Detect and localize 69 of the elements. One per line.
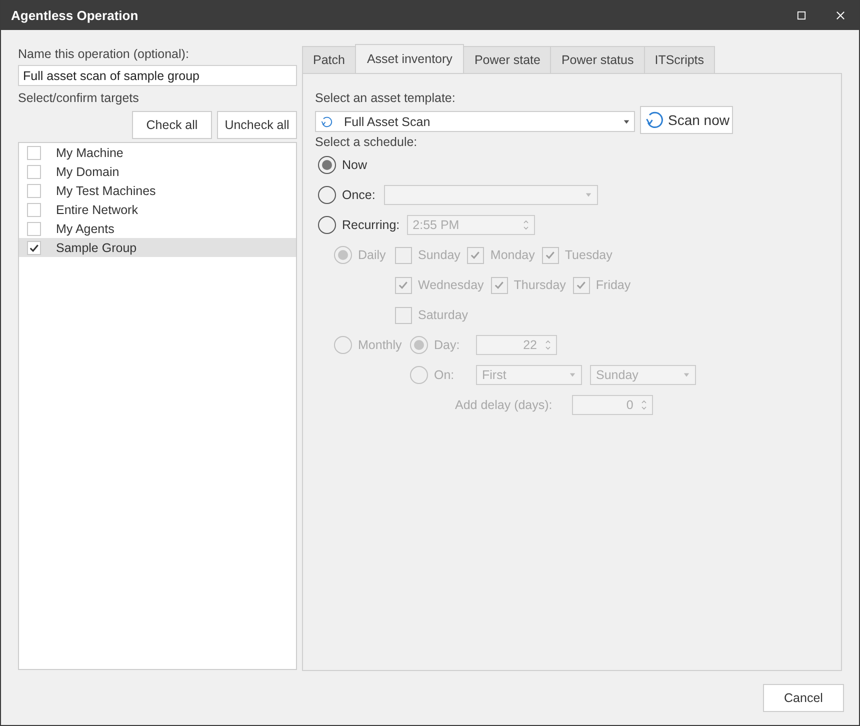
- caret-icon: [569, 373, 576, 377]
- day-label: Tuesday: [564, 248, 612, 262]
- checkbox[interactable]: [27, 222, 41, 236]
- checkbox[interactable]: [27, 202, 41, 216]
- once-dropdown[interactable]: [384, 185, 598, 205]
- tab[interactable]: ITScripts: [644, 46, 716, 73]
- caret-icon: [623, 120, 630, 124]
- caret-icon: [683, 373, 690, 377]
- tab[interactable]: Power state: [463, 46, 552, 73]
- target-label: Entire Network: [56, 202, 138, 216]
- name-label: Name this operation (optional):: [18, 46, 190, 62]
- delay-label: Add delay (days):: [455, 398, 552, 412]
- target-item[interactable]: Sample Group: [19, 238, 296, 257]
- target-label: My Agents: [56, 222, 114, 236]
- option-label: Now: [342, 158, 368, 172]
- day-label: Monday: [490, 248, 535, 262]
- day-label: Thursday: [514, 278, 566, 292]
- close-icon[interactable]: [836, 10, 845, 20]
- check-all-button[interactable]: Check all: [132, 111, 212, 139]
- name-field[interactable]: Full asset scan of sample group: [18, 65, 297, 86]
- check-icon: [28, 242, 40, 254]
- template-dropdown[interactable]: Full Asset Scan: [315, 111, 635, 132]
- target-label: My Test Machines: [56, 184, 156, 198]
- target-item[interactable]: My Agents: [19, 219, 296, 238]
- maximize-icon[interactable]: [797, 10, 806, 20]
- day-label: Friday: [596, 278, 631, 292]
- day-label: Sunday: [418, 248, 460, 262]
- radio-button[interactable]: [318, 156, 336, 174]
- targets-label: Select/confirm targets: [18, 90, 140, 106]
- target-item[interactable]: Entire Network: [19, 200, 296, 219]
- target-label: My Domain: [56, 164, 120, 178]
- template-label: Select an asset template:: [315, 90, 456, 106]
- checkbox[interactable]: [27, 240, 41, 254]
- caret-icon: [585, 193, 592, 197]
- option-label: Once:: [342, 188, 376, 202]
- spin-arrows-icon: [641, 399, 648, 411]
- spin-arrows-icon: [522, 219, 529, 231]
- uncheck-all-button[interactable]: Uncheck all: [217, 111, 297, 139]
- on-option-label: On:: [434, 368, 456, 382]
- check-icon: [469, 248, 482, 260]
- target-label: Sample Group: [56, 240, 137, 254]
- day-label: Wednesday: [418, 278, 484, 292]
- monthly-label: Monthly: [358, 338, 402, 352]
- target-item[interactable]: My Machine: [19, 143, 296, 162]
- checkbox[interactable]: [27, 146, 41, 160]
- check-icon: [397, 278, 409, 290]
- tab[interactable]: Patch: [302, 46, 356, 73]
- daily-label: Daily: [358, 248, 386, 262]
- cancel-button[interactable]: Cancel: [763, 684, 844, 712]
- checkbox[interactable]: [27, 164, 41, 178]
- tab[interactable]: Power status: [550, 46, 645, 73]
- target-label: My Machine: [56, 146, 124, 160]
- check-icon: [544, 248, 556, 260]
- window-title: Agentless Operation: [11, 8, 138, 22]
- check-icon: [574, 278, 587, 290]
- checkbox[interactable]: [27, 184, 41, 198]
- target-item[interactable]: My Domain: [19, 162, 296, 181]
- refresh-icon: [320, 114, 334, 128]
- schedule-label: Select a schedule:: [315, 134, 418, 150]
- refresh-icon: [644, 109, 666, 131]
- day-option-label: Day:: [434, 338, 461, 352]
- spin-arrows-icon: [545, 339, 551, 351]
- radio-button[interactable]: [318, 186, 336, 204]
- day-label: Saturday: [418, 308, 468, 322]
- target-item[interactable]: My Test Machines: [19, 181, 296, 200]
- radio-button[interactable]: [318, 216, 336, 234]
- scan-now-button[interactable]: Scan now: [640, 106, 734, 134]
- check-icon: [492, 278, 505, 290]
- option-label: Recurring:: [342, 218, 400, 232]
